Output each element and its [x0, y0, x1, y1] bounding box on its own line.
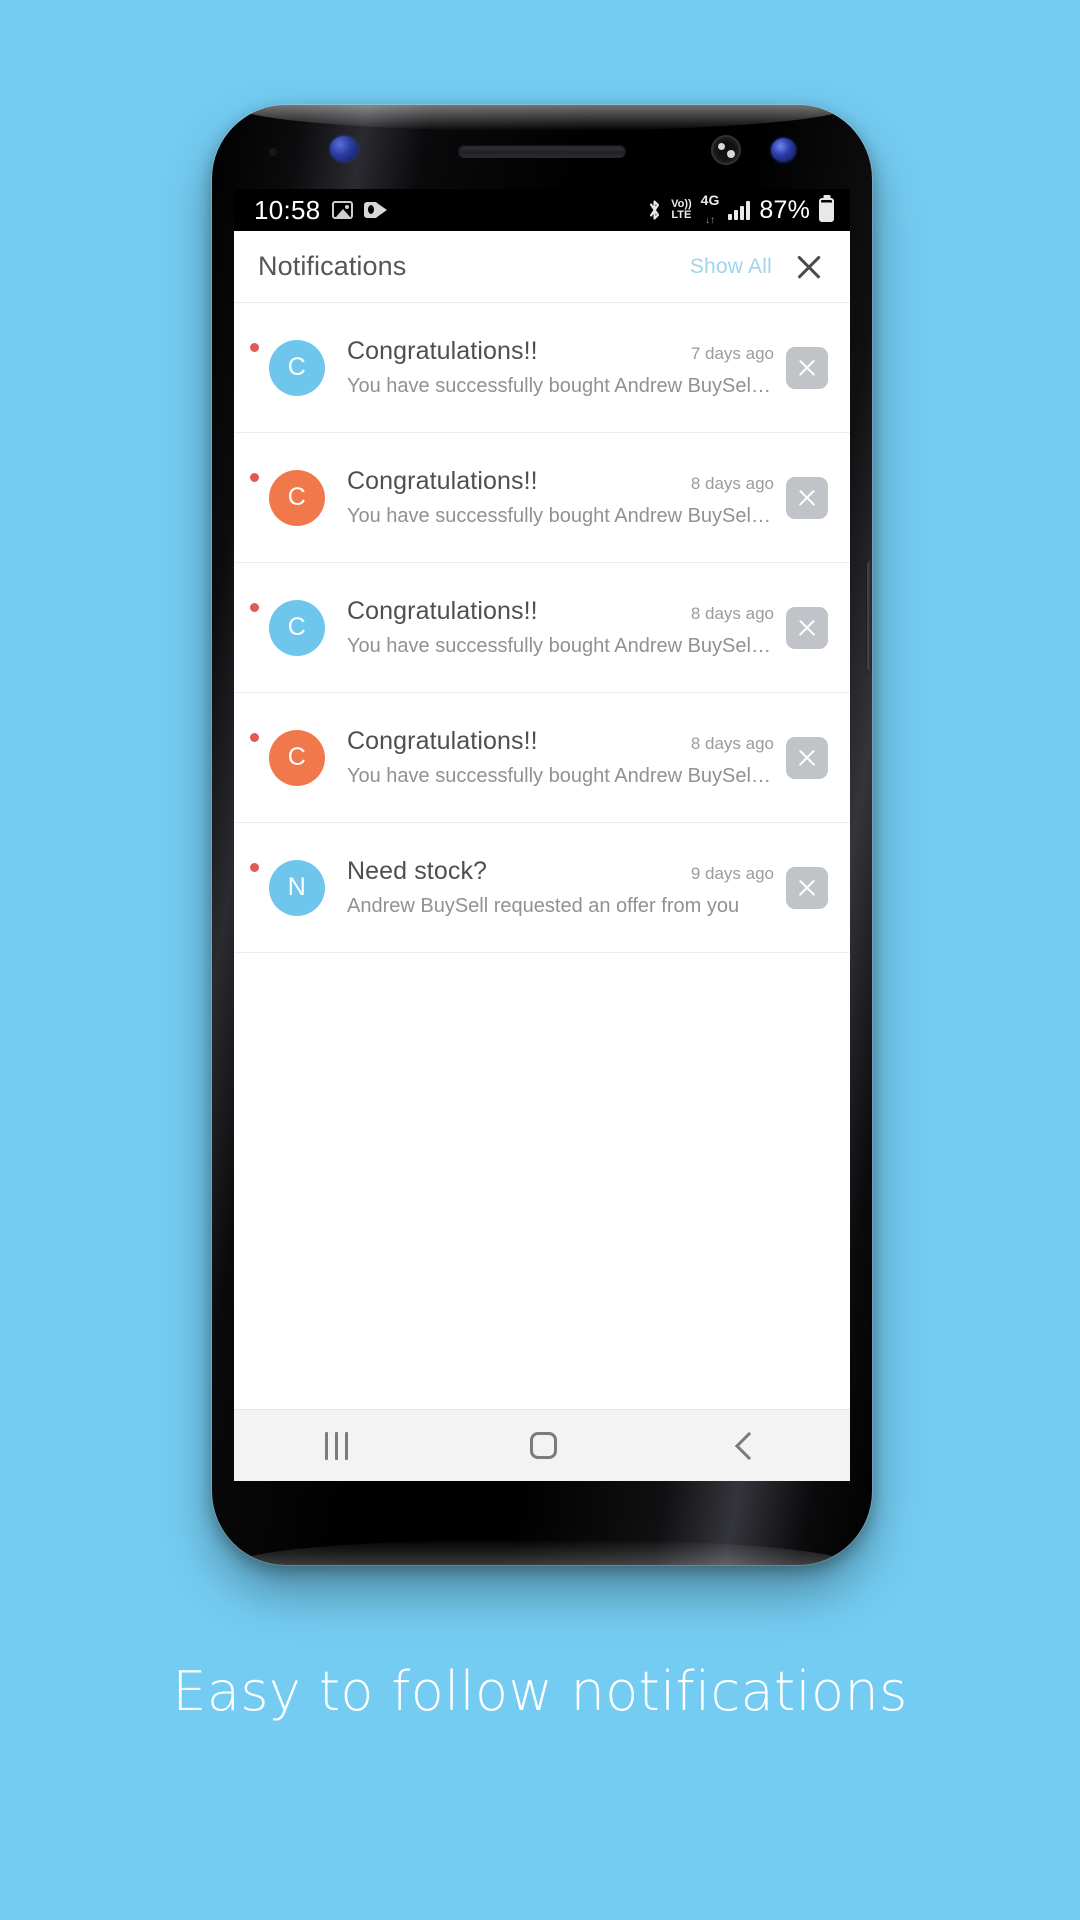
dismiss-button[interactable] — [786, 866, 828, 909]
dismiss-button[interactable] — [786, 476, 828, 519]
close-icon[interactable] — [794, 252, 824, 282]
avatar: C — [269, 729, 325, 786]
notification-body: Congratulations!! 8 days ago You have su… — [325, 467, 786, 528]
phone-top-bezel — [212, 105, 872, 189]
network-type-label: 4G — [700, 192, 720, 208]
notification-list: C Congratulations!! 7 days ago You have … — [234, 303, 850, 953]
list-item[interactable]: N Need stock? 9 days ago Andrew BuySell … — [234, 823, 850, 953]
dismiss-button[interactable] — [786, 606, 828, 649]
power-button[interactable] — [867, 560, 872, 672]
avatar: C — [269, 599, 325, 656]
unread-dot — [250, 863, 259, 872]
page-title: Notifications — [258, 251, 407, 281]
back-icon[interactable] — [734, 1431, 764, 1460]
status-bar-left: 10:58 — [254, 195, 387, 226]
list-item[interactable]: C Congratulations!! 8 days ago You have … — [234, 563, 850, 693]
signal-bars-icon — [728, 200, 751, 220]
notification-text: Andrew BuySell requested an offer from y… — [347, 895, 740, 917]
notification-text: You have successfully bought Andrew BuyS… — [347, 505, 774, 527]
header-actions: Show All — [690, 252, 824, 282]
notification-top-line: Need stock? 9 days ago — [347, 857, 774, 886]
data-arrows-icon: ↓↑ — [705, 215, 716, 226]
notification-title: Congratulations!! — [347, 467, 538, 495]
battery-percent-label: 87% — [759, 195, 810, 224]
iris-scanner-icon — [330, 136, 358, 162]
unread-dot — [250, 343, 259, 352]
notification-text: You have successfully bought Andrew BuyS… — [347, 765, 774, 787]
device-gloss-bottom — [231, 1539, 853, 1565]
sensor-cluster-icon — [711, 135, 741, 165]
notification-top-line: Congratulations!! 8 days ago — [347, 597, 774, 626]
avatar: C — [269, 339, 325, 396]
status-bar-right: Vo)) LTE 4G ↓↑ 87% — [647, 192, 834, 228]
status-bar: 10:58 Vo)) LTE 4G ↓↑ 87% — [234, 189, 850, 231]
notification-body: Congratulations!! 8 days ago You have su… — [325, 597, 786, 658]
notification-top-line: Congratulations!! 7 days ago — [347, 337, 774, 366]
recents-icon[interactable] — [325, 1431, 348, 1460]
unread-dot — [250, 733, 259, 742]
dismiss-button[interactable] — [786, 736, 828, 779]
promo-page: 10:58 Vo)) LTE 4G ↓↑ 87% Notifications S… — [0, 0, 1080, 1920]
list-item[interactable]: C Congratulations!! 7 days ago You have … — [234, 303, 850, 433]
phone-device: 10:58 Vo)) LTE 4G ↓↑ 87% Notifications S… — [212, 105, 872, 1565]
notification-time: 8 days ago — [690, 734, 774, 753]
show-all-link[interactable]: Show All — [690, 255, 772, 279]
android-nav-bar — [234, 1409, 850, 1481]
notification-time: 8 days ago — [690, 604, 774, 623]
notification-top-line: Congratulations!! 8 days ago — [347, 727, 774, 756]
notification-time: 7 days ago — [690, 344, 774, 363]
dismiss-button[interactable] — [786, 346, 828, 389]
unread-dot — [250, 473, 259, 482]
network-type-icon: 4G ↓↑ — [701, 192, 720, 228]
notification-top-line: Congratulations!! 8 days ago — [347, 467, 774, 496]
earpiece-speaker — [458, 145, 626, 158]
notification-title: Need stock? — [347, 857, 488, 885]
home-icon[interactable] — [530, 1432, 557, 1459]
phone-screen: 10:58 Vo)) LTE 4G ↓↑ 87% Notifications S… — [234, 189, 850, 1481]
bluetooth-icon — [647, 199, 662, 221]
outlook-icon — [363, 201, 387, 219]
notification-title: Congratulations!! — [347, 337, 538, 365]
proximity-sensor-icon — [269, 148, 277, 156]
notification-time: 9 days ago — [690, 864, 774, 883]
volte-icon: Vo)) LTE — [671, 199, 692, 221]
notification-body: Congratulations!! 8 days ago You have su… — [325, 727, 786, 788]
front-camera-icon — [771, 138, 796, 162]
notification-text: You have successfully bought Andrew BuyS… — [347, 375, 774, 397]
gallery-icon — [331, 201, 353, 219]
notification-text: You have successfully bought Andrew BuyS… — [347, 635, 774, 657]
promo-caption: Easy to follow notifications — [172, 1660, 908, 1723]
app-header: Notifications Show All — [234, 231, 850, 303]
volte-line-2: LTE — [671, 209, 692, 221]
avatar: N — [269, 859, 325, 916]
notification-time: 8 days ago — [690, 474, 774, 493]
avatar: C — [269, 469, 325, 526]
battery-icon — [819, 198, 834, 222]
list-item[interactable]: C Congratulations!! 8 days ago You have … — [234, 693, 850, 823]
outlook-flag-icon — [376, 203, 387, 217]
notification-body: Congratulations!! 7 days ago You have su… — [325, 337, 786, 398]
notification-body: Need stock? 9 days ago Andrew BuySell re… — [325, 857, 786, 918]
notification-title: Congratulations!! — [347, 597, 538, 625]
list-item[interactable]: C Congratulations!! 8 days ago You have … — [234, 433, 850, 563]
notification-title: Congratulations!! — [347, 727, 538, 755]
status-time: 10:58 — [254, 194, 321, 225]
unread-dot — [250, 603, 259, 612]
